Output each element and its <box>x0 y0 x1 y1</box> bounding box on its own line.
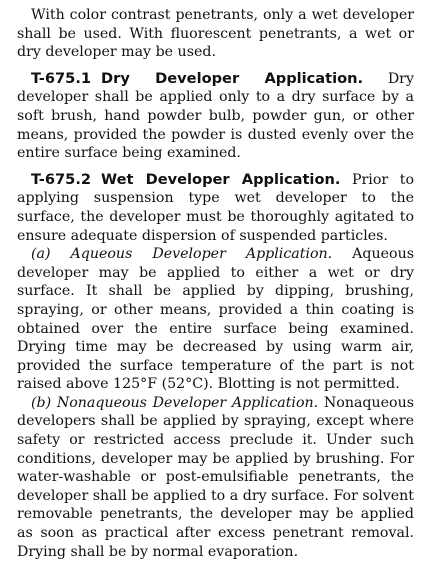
section-number: T-675.2 <box>31 170 92 188</box>
subsection-body: Nonaqueous developers shall be applied b… <box>17 394 414 560</box>
document-page: With color contrast penetrants, only a w… <box>0 0 424 588</box>
section-title: Dry Developer Application. <box>101 69 364 87</box>
subsection-label: (a) Aqueous Developer Application. <box>31 246 333 263</box>
section-title: Wet Developer Application. <box>101 170 341 188</box>
subsection-nonaqueous: (b) Nonaqueous Developer Application. No… <box>17 394 414 561</box>
intro-paragraph: With color contrast penetrants, only a w… <box>17 6 414 62</box>
subsection-aqueous: (a) Aqueous Developer Application. Aqueo… <box>17 245 414 394</box>
intro-text: With color contrast penetrants, only a w… <box>17 7 414 61</box>
section-t675-2: T-675.2 Wet Developer Application. Prior … <box>17 171 414 245</box>
subsection-label: (b) Nonaqueous Developer Application. <box>31 394 319 411</box>
section-number: T-675.1 <box>31 69 92 87</box>
subsection-body: Aqueous developer may be applied to eith… <box>17 246 414 393</box>
section-t675-1: T-675.1 Dry Developer Application. Dry de… <box>17 70 414 163</box>
